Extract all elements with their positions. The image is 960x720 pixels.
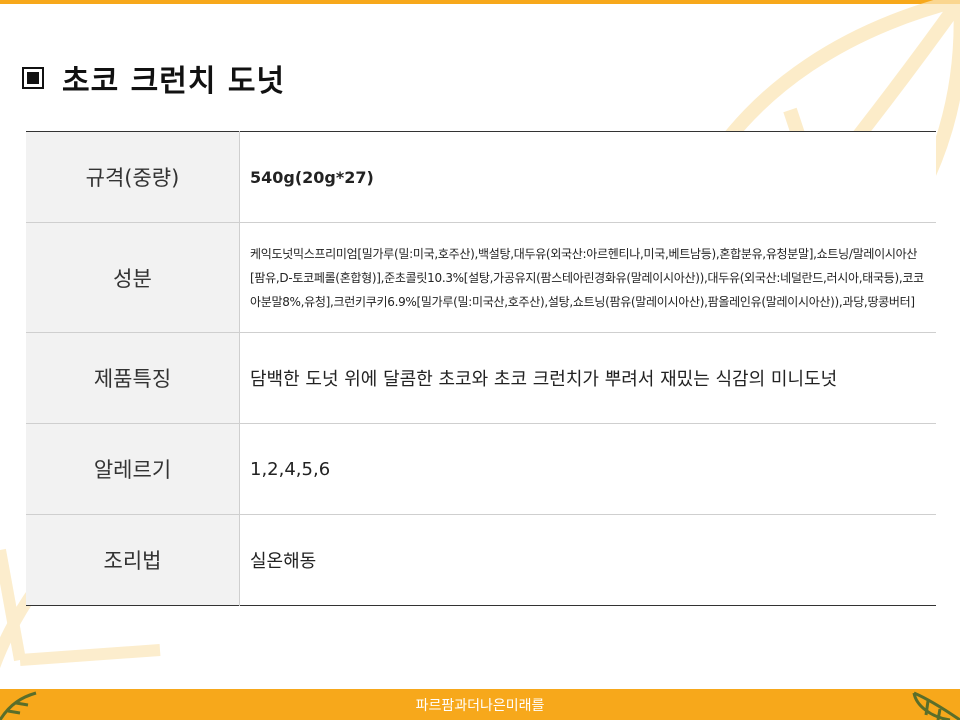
- row-label-allergy: 알레르기: [26, 423, 240, 515]
- table-row-weight: 규격(중량) 540g(20g*27): [26, 131, 936, 223]
- footer-leaf-left-icon: [0, 691, 37, 720]
- footer-leaf-right-icon: [912, 691, 960, 720]
- table-row-ingredients: 성분 케익도넛믹스프리미엄[밀가루(밀:미국,호주산),백설탕,대두유(외국산:…: [26, 222, 936, 333]
- row-value-cooking: 실온해동: [239, 514, 936, 606]
- product-spec-table: 규격(중량) 540g(20g*27) 성분 케익도넛믹스프리미엄[밀가루(밀:…: [26, 131, 936, 606]
- square-bullet-icon: [22, 67, 44, 89]
- table-row-cooking: 조리법 실온해동: [26, 514, 936, 606]
- row-label-ingredients: 성분: [26, 222, 240, 333]
- page-title: 초코 크런치 도넛: [22, 56, 285, 100]
- page-title-text: 초코 크런치 도넛: [62, 64, 286, 99]
- row-value-allergy: 1,2,4,5,6: [239, 423, 936, 515]
- table-row-features: 제품특징 담백한 도넛 위에 달콤한 초코와 초코 크런치가 뿌려서 재밌는 식…: [26, 332, 936, 424]
- table-row-allergy: 알레르기 1,2,4,5,6: [26, 423, 936, 515]
- row-value-weight: 540g(20g*27): [239, 131, 936, 223]
- row-value-features: 담백한 도넛 위에 달콤한 초코와 초코 크런치가 뿌려서 재밌는 식감의 미니…: [239, 332, 936, 424]
- row-label-cooking: 조리법: [26, 514, 240, 606]
- footer-bar: 파르팜과더나은미래를: [0, 689, 960, 720]
- top-accent-bar: [0, 0, 960, 4]
- row-label-weight: 규격(중량): [26, 131, 240, 223]
- row-value-ingredients: 케익도넛믹스프리미엄[밀가루(밀:미국,호주산),백설탕,대두유(외국산:아르헨…: [239, 222, 936, 333]
- footer-slogan: 파르팜과더나은미래를: [415, 697, 545, 714]
- row-label-features: 제품특징: [26, 332, 240, 424]
